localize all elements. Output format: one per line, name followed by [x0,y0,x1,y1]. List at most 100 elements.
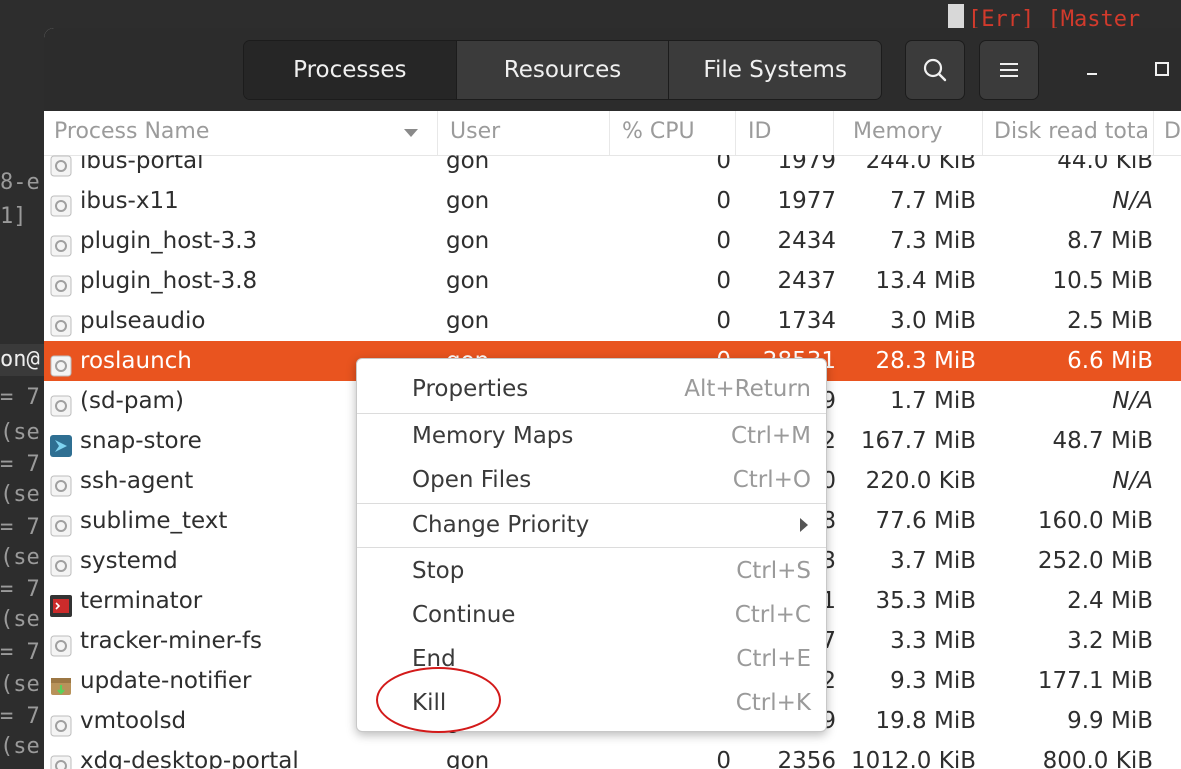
process-disk-read: 9.9 MiB [1067,708,1153,734]
generic-process-icon [50,155,72,177]
generic-process-icon [50,270,72,297]
table-row[interactable]: pulseaudio gon 0 1734 3.0 MiB 2.5 MiB [44,301,1181,341]
process-cpu: 0 [716,228,731,254]
process-memory: 3.0 MiB [890,308,976,334]
process-disk-read: 2.5 MiB [1067,308,1153,334]
process-user: gon [446,308,490,334]
column-header-user[interactable]: User [440,111,610,155]
process-cpu: 0 [716,748,731,769]
process-name: vmtoolsd [80,708,187,734]
column-header-memory[interactable]: Memory [843,111,983,155]
menu-separator [357,547,826,548]
terminal-line: (se [0,545,40,570]
process-disk-read: 6.6 MiB [1067,348,1153,374]
process-name: update-notifier [80,668,252,694]
terminal-process-icon [50,590,72,617]
menu-item-stop[interactable]: Stop Ctrl+S [357,549,826,593]
process-memory: 1012.0 KiB [850,748,976,769]
header-bar: Processes Resources File Systems [44,28,1181,111]
terminal-line: = 7 [0,577,40,602]
process-disk-read: 2.4 MiB [1067,588,1153,614]
view-switcher: Processes Resources File Systems [243,40,882,100]
generic-process-icon [50,350,72,377]
column-header-cpu[interactable]: % CPU [612,111,736,155]
maximize-button[interactable] [1145,52,1179,86]
menu-item-continue[interactable]: Continue Ctrl+C [357,593,826,637]
generic-process-icon [50,510,72,537]
table-row[interactable]: xdg-desktop-portal gon 0 2356 1012.0 KiB 800.… [44,741,1181,769]
process-id: 2434 [777,228,836,254]
snap-process-icon [50,430,72,457]
process-id: 2356 [777,748,836,769]
process-memory: 220.0 KiB [865,468,976,494]
search-icon [923,58,947,82]
minimize-button[interactable] [1075,52,1109,86]
process-disk-read: 252.0 MiB [1037,548,1153,574]
tab-file-systems[interactable]: File Systems [669,41,881,99]
table-row[interactable]: plugin_host-3.8 gon 0 2437 13.4 MiB 10.5 MiB [44,261,1181,301]
process-disk-read: 8.7 MiB [1067,228,1153,254]
terminal-line: 8-e [0,170,40,195]
menu-item-label: Properties [412,376,529,402]
terminal-line: = 7 [0,640,40,665]
process-name: (sd-pam) [80,388,184,414]
process-memory: 1.7 MiB [890,388,976,414]
process-cpu: 0 [716,155,731,174]
table-row[interactable]: plugin_host-3.3 gon 0 2434 7.3 MiB 8.7 MiB [44,221,1181,261]
hamburger-menu-icon [1000,63,1018,77]
process-cpu: 0 [716,188,731,214]
tab-resources[interactable]: Resources [456,41,670,99]
column-header-id[interactable]: ID [738,111,834,155]
process-id: 1979 [777,155,836,174]
menu-item-change-priority[interactable]: Change Priority [357,503,826,547]
search-button[interactable] [905,40,965,100]
terminal-prompt: on@ [0,344,45,376]
process-name: terminator [80,588,203,614]
terminal-line: = 7 [0,452,40,477]
table-row[interactable]: ibus-portal gon 0 1979 244.0 KiB 44.0 KiB [44,155,1181,181]
main-menu-button[interactable] [979,40,1039,100]
column-header-disk-write[interactable]: D [1154,111,1181,155]
menu-item-open-files[interactable]: Open Files Ctrl+O [357,458,826,502]
process-memory: 7.7 MiB [890,188,976,214]
generic-process-icon [50,470,72,497]
process-memory: 35.3 MiB [875,588,976,614]
process-memory: 244.0 KiB [865,155,976,174]
process-memory: 13.4 MiB [875,268,976,294]
terminal-line: = 7 [0,704,40,729]
menu-item-shortcut: Ctrl+C [734,602,811,628]
process-name: pulseaudio [80,308,206,334]
terminal-line: = 7 [0,385,40,410]
menu-item-shortcut: Ctrl+S [736,558,811,584]
process-disk-read: 48.7 MiB [1052,428,1153,454]
menu-item-shortcut: Ctrl+M [730,423,811,449]
menu-item-properties[interactable]: Properties Alt+Return [357,367,826,411]
maximize-icon [1155,62,1169,76]
menu-item-memory-maps[interactable]: Memory Maps Ctrl+M [357,414,826,458]
process-memory: 77.6 MiB [875,508,976,534]
process-memory: 28.3 MiB [875,348,976,374]
process-name: systemd [80,548,178,574]
menu-item-label: Continue [412,602,516,628]
process-disk-read: 3.2 MiB [1067,628,1153,654]
process-disk-read: N/A [1112,388,1153,414]
tab-processes[interactable]: Processes [244,41,457,99]
process-cpu: 0 [716,268,731,294]
terminal-line: 1] [0,204,27,229]
terminal-line: (se [0,607,40,632]
process-memory: 9.3 MiB [890,668,976,694]
process-name: plugin_host-3.3 [80,228,258,254]
process-name: ssh-agent [80,468,194,494]
generic-process-icon [50,550,72,577]
process-cpu: 0 [716,308,731,334]
submenu-arrow-icon [800,518,808,532]
terminal-line: (se [0,482,40,507]
column-header-disk-read[interactable]: Disk read tota [984,111,1154,155]
column-header-process-name[interactable]: Process Name [44,111,438,155]
table-row[interactable]: ibus-x11 gon 0 1977 7.7 MiB N/A [44,181,1181,221]
process-user: gon [446,188,490,214]
generic-process-icon [50,750,72,769]
terminal-line: = 7 [0,515,40,540]
process-name: snap-store [80,428,202,454]
minimize-icon [1087,73,1097,75]
